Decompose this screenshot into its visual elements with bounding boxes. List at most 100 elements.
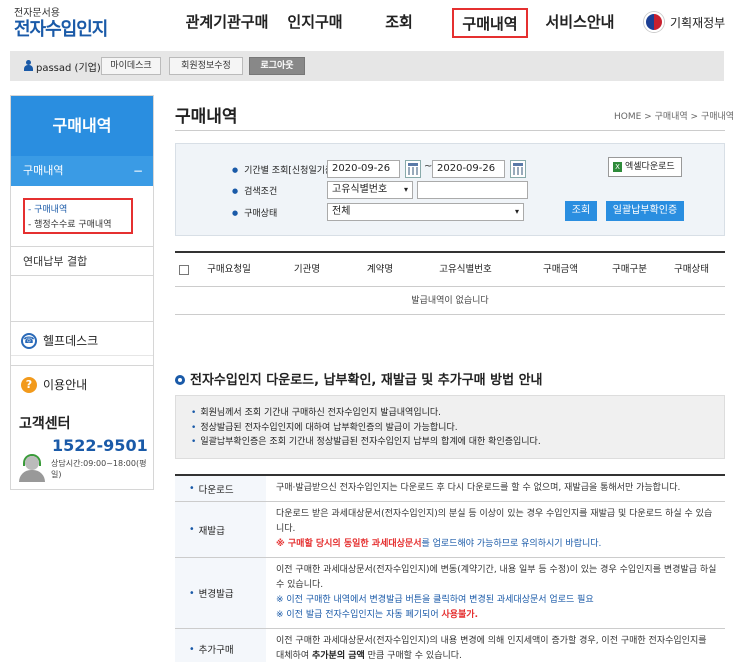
guide-text-emphasis: 추가분의 금액 [311,651,365,661]
excel-download-label: 엑셀다운로드 [625,162,675,172]
sidebar-title: 구매내역 [11,96,153,156]
calendar-icon[interactable] [405,160,421,178]
condition-label: 검색조건 [232,184,277,197]
cs-hours: 상담시간:09:00~18:00(평일) [51,459,147,479]
guide-row-additional: 추가구매 이전 구매한 과세대상문서(전자수입인지)의 내용 변경에 의해 인지… [175,629,725,662]
mydesk-button[interactable]: 마이데스크 [101,57,161,75]
nav-service-guide[interactable]: 서비스안내 [530,8,630,38]
breadcrumb: HOME > 구매내역 > 구매내역 [614,112,735,122]
guide-text: 이전 구매한 과세대상문서(전자수입인지)에 변동(계약기간, 내용 일부 등 … [266,558,725,628]
column-header: 구매구분 [612,264,647,275]
guide-text: 구매·발급받으신 전자수입인지는 다운로드 후 다시 다운로드를 할 수 없으며… [276,483,681,493]
collapse-icon[interactable]: − [133,156,143,186]
info-line: 회원님께서 조회 기간내 구매하신 전자수입인지 발급내역입니다. [191,406,724,421]
sidebar: 구매내역 구매내역 − - 구매내역 - 행정수수료 구매내역 연대납부 결합 … [10,95,154,490]
sidebar-item-joint-payment[interactable]: 연대납부 결합 [11,246,153,276]
column-header: 계약명 [366,264,394,275]
sidebar-item-purchase-history[interactable]: 구매내역 − [11,156,153,186]
gov-logo[interactable]: 기획재정부 [644,12,725,32]
section-title: 전자수입인지 다운로드, 납부확인, 재발급 및 추가구매 방법 안내 [175,369,543,388]
guide-text-body: 이전 구매한 과세대상문서(전자수입인지)에 변동(계약기간, 내용 일부 등 … [276,565,717,590]
excel-icon: X [613,162,622,172]
guide-label: 이용안내 [43,378,88,392]
column-header: 고유식별번호 [439,264,492,275]
status-select[interactable]: 전체 ▾ [327,203,524,221]
user-bar: passad (기업) 마이데스크 회원정보수정 로그아웃 [10,51,724,81]
gov-name: 기획재정부 [670,15,726,30]
logo[interactable]: 전자수입인지 [14,15,108,41]
bulk-confirmation-button[interactable]: 일괄납부확인증 [606,201,684,221]
guide-row-change: 변경발급 이전 구매한 과세대상문서(전자수입인지)에 변동(계약기간, 내용 … [175,558,725,629]
headset-agent-icon [17,454,47,484]
guide-table: 다운로드 구매·발급받으신 전자수입인지는 다운로드 후 다시 다운로드를 할 … [175,474,725,662]
calendar-icon[interactable] [510,160,526,178]
guide-note-body: ※ 이전 발급 전자수입인지는 자동 폐기되어 [276,610,442,620]
guide-note: ※ 구매할 당시의 동일한 과세대상문서를 업로드해야 가능하므로 유의하시기 … [276,539,601,549]
guide-text-tail: 만큼 구매할 수 있습니다. [364,651,462,661]
condition-select[interactable]: 고유식별번호 ▾ [327,181,413,199]
user-icon [24,60,33,71]
page-title: 구매내역 [175,107,238,127]
guide-text: 이전 구매한 과세대상문서(전자수입인지)의 내용 변경에 의해 인지세액이 증… [266,629,725,662]
column-header: 구매상태 [674,264,709,275]
status-label: 구매상태 [232,206,277,219]
nav-agency-purchase[interactable]: 관계기관구매 [178,8,276,38]
logout-button[interactable]: 로그아웃 [249,57,305,75]
helpdesk-link[interactable]: ☎ 헬프데스크 [11,326,153,356]
taeguk-emblem-icon [644,12,664,32]
guide-text-body: 다운로드 받은 과세대상문서(전자수입인지)의 분실 등 이상이 있는 경우 수… [276,509,713,534]
sidebar-submenu: - 구매내역 - 행정수수료 구매내역 [23,198,133,234]
helpdesk-label: 헬프데스크 [43,334,99,348]
cs-title: 고객센터 [19,416,71,432]
guide-row-reissue: 재발급 다운로드 받은 과세대상문서(전자수입인지)의 분실 등 이상이 있는 … [175,502,725,558]
column-header: 구매요청일 [207,264,251,275]
nav-stamp-purchase[interactable]: 인지구매 [276,8,354,38]
user-name: passad (기업) [36,63,101,74]
search-keyword-input[interactable] [417,181,528,199]
search-panel: 기간별 조회[신청일기준] 2020-09-26 ~ 2020-09-26 검색… [175,143,725,236]
chevron-down-icon: ▾ [514,207,519,216]
edit-profile-button[interactable]: 회원정보수정 [169,57,243,75]
submenu-admin-fee-history[interactable]: - 행정수수료 구매내역 [28,218,131,233]
guide-note-emphasis: 사용불가. [441,610,479,620]
date-from-input[interactable]: 2020-09-26 [327,160,400,178]
guide-note-emphasis: ※ 구매할 당시의 동일한 과세대상문서 [276,539,422,549]
column-header: 기관명 [293,264,321,275]
guide-link[interactable]: ? 이용안내 [11,365,153,403]
guide-label: 다운로드 [175,476,266,501]
cs-phone: 1522-9501 [52,436,148,455]
chevron-down-icon: ▾ [403,185,408,194]
table-header: 구매요청일 기관명 계약명 고유식별번호 구매금액 구매구분 구매상태 [175,253,725,287]
section-title-text: 전자수입인지 다운로드, 납부확인, 재발급 및 추가구매 방법 안내 [190,373,543,388]
title-divider [175,130,725,131]
table-empty-message: 발급내역이 없습니다 [175,287,725,315]
guide-row-download: 다운로드 구매·발급받으신 전자수입인지는 다운로드 후 다시 다운로드를 할 … [175,476,725,502]
guide-note: ※ 이전 발급 전자수입인지는 자동 폐기되어 사용불가. [276,610,478,620]
main-nav: 관계기관구매 인지구매 조회 구매내역 서비스안내 [178,8,630,38]
select-all-checkbox[interactable] [179,265,189,275]
period-label: 기간별 조회[신청일기준] [232,163,337,176]
date-to-input[interactable]: 2020-09-26 [432,160,505,178]
guide-note: ※ 이전 구매한 내역에서 변경발급 버튼을 클릭하여 변경된 과세대상문서 업… [276,595,594,605]
guide-text: 다운로드 받은 과세대상문서(전자수입인지)의 분실 등 이상이 있는 경우 수… [266,502,725,557]
info-line: 정상발급된 전자수입인지에 대하여 납부확인증의 발급이 가능합니다. [191,421,724,436]
guide-label: 변경발급 [175,558,266,628]
question-icon: ? [21,377,37,393]
ring-bullet-icon [175,375,185,385]
header: 전자문서용 전자수입인지 관계기관구매 인지구매 조회 구매내역 서비스안내 기… [0,0,740,46]
excel-download-button[interactable]: X 엑셀다운로드 [608,157,682,177]
nav-inquiry[interactable]: 조회 [354,8,444,38]
guide-label: 재발급 [175,502,266,557]
guide-label: 추가구매 [175,629,266,662]
column-header: 구매금액 [543,264,578,275]
condition-value: 고유식별번호 [332,184,388,195]
sidebar-item-label: 구매내역 [23,164,64,177]
info-line: 일괄납부확인증은 조회 기간내 정상발급된 전자수입인지 납부의 합계에 대한 … [191,435,724,450]
info-box: 회원님께서 조회 기간내 구매하신 전자수입인지 발급내역입니다. 정상발급된 … [175,395,725,459]
nav-purchase-history[interactable]: 구매내역 [452,8,528,38]
status-value: 전체 [332,206,351,217]
search-button[interactable]: 조회 [565,201,597,221]
submenu-purchase-history[interactable]: - 구매내역 [28,203,131,218]
guide-note-body: 를 업로드해야 가능하므로 유의하시기 바랍니다. [421,539,602,549]
phone-icon: ☎ [21,333,37,349]
